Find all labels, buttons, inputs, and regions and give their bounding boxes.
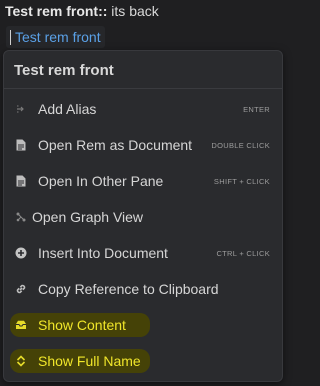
page: Test rem front:: its back Test rem front… bbox=[0, 0, 287, 386]
menu-item-insert-into-document[interactable]: Insert Into Document CTRL + CLICK bbox=[4, 235, 282, 271]
graph-icon bbox=[14, 210, 28, 224]
plus-circle-icon bbox=[14, 246, 28, 260]
arrow-icon bbox=[14, 102, 28, 116]
menu-item-label: Insert Into Document bbox=[38, 245, 168, 261]
menu-item-open-rem-as-document[interactable]: Open Rem as Document DOUBLE CLICK bbox=[4, 127, 282, 163]
menu-item-label: Show Full Name bbox=[38, 353, 141, 369]
menu-item-show-content[interactable]: Show Content bbox=[4, 307, 282, 343]
menu-item-open-in-other-pane[interactable]: Open In Other Pane SHIFT + CLICK bbox=[4, 163, 282, 199]
document-icon bbox=[14, 174, 28, 188]
menu-item-copy-reference[interactable]: Copy Reference to Clipboard bbox=[4, 271, 282, 307]
context-menu: Test rem front Add Alias ENTER Open Rem … bbox=[3, 50, 283, 382]
document-icon bbox=[14, 138, 28, 152]
shortcut-hint: DOUBLE CLICK bbox=[211, 140, 270, 150]
menu-item-label: Show Content bbox=[38, 317, 126, 333]
expand-icon bbox=[14, 354, 28, 368]
shortcut-hint: ENTER bbox=[243, 104, 270, 114]
inbox-icon bbox=[14, 318, 28, 332]
menu-item-add-alias[interactable]: Add Alias ENTER bbox=[4, 91, 282, 127]
menu-item-label: Open Rem as Document bbox=[38, 137, 193, 153]
shortcut-hint: CTRL + CLICK bbox=[216, 248, 270, 258]
rem-line[interactable]: Test rem front:: its back bbox=[5, 2, 159, 20]
menu-item-open-graph-view[interactable]: Open Graph View bbox=[4, 199, 282, 235]
text-caret bbox=[10, 29, 11, 45]
link-icon bbox=[14, 282, 28, 296]
menu-item-label: Copy Reference to Clipboard bbox=[38, 281, 219, 297]
shortcut-hint: SHIFT + CLICK bbox=[213, 176, 270, 186]
rem-back-text: its back bbox=[107, 3, 159, 19]
menu-divider bbox=[4, 88, 282, 89]
menu-item-label: Add Alias bbox=[38, 101, 97, 117]
menu-item-label: Open Graph View bbox=[32, 209, 144, 225]
rem-front-text: Test rem front bbox=[5, 3, 99, 19]
menu-item-label: Open In Other Pane bbox=[38, 173, 164, 189]
editor-text[interactable]: Test rem front bbox=[15, 29, 101, 45]
rem-editor[interactable]: Test rem front bbox=[6, 26, 105, 48]
menu-title: Test rem front bbox=[14, 62, 114, 79]
menu-item-show-full-name[interactable]: Show Full Name bbox=[4, 343, 282, 379]
